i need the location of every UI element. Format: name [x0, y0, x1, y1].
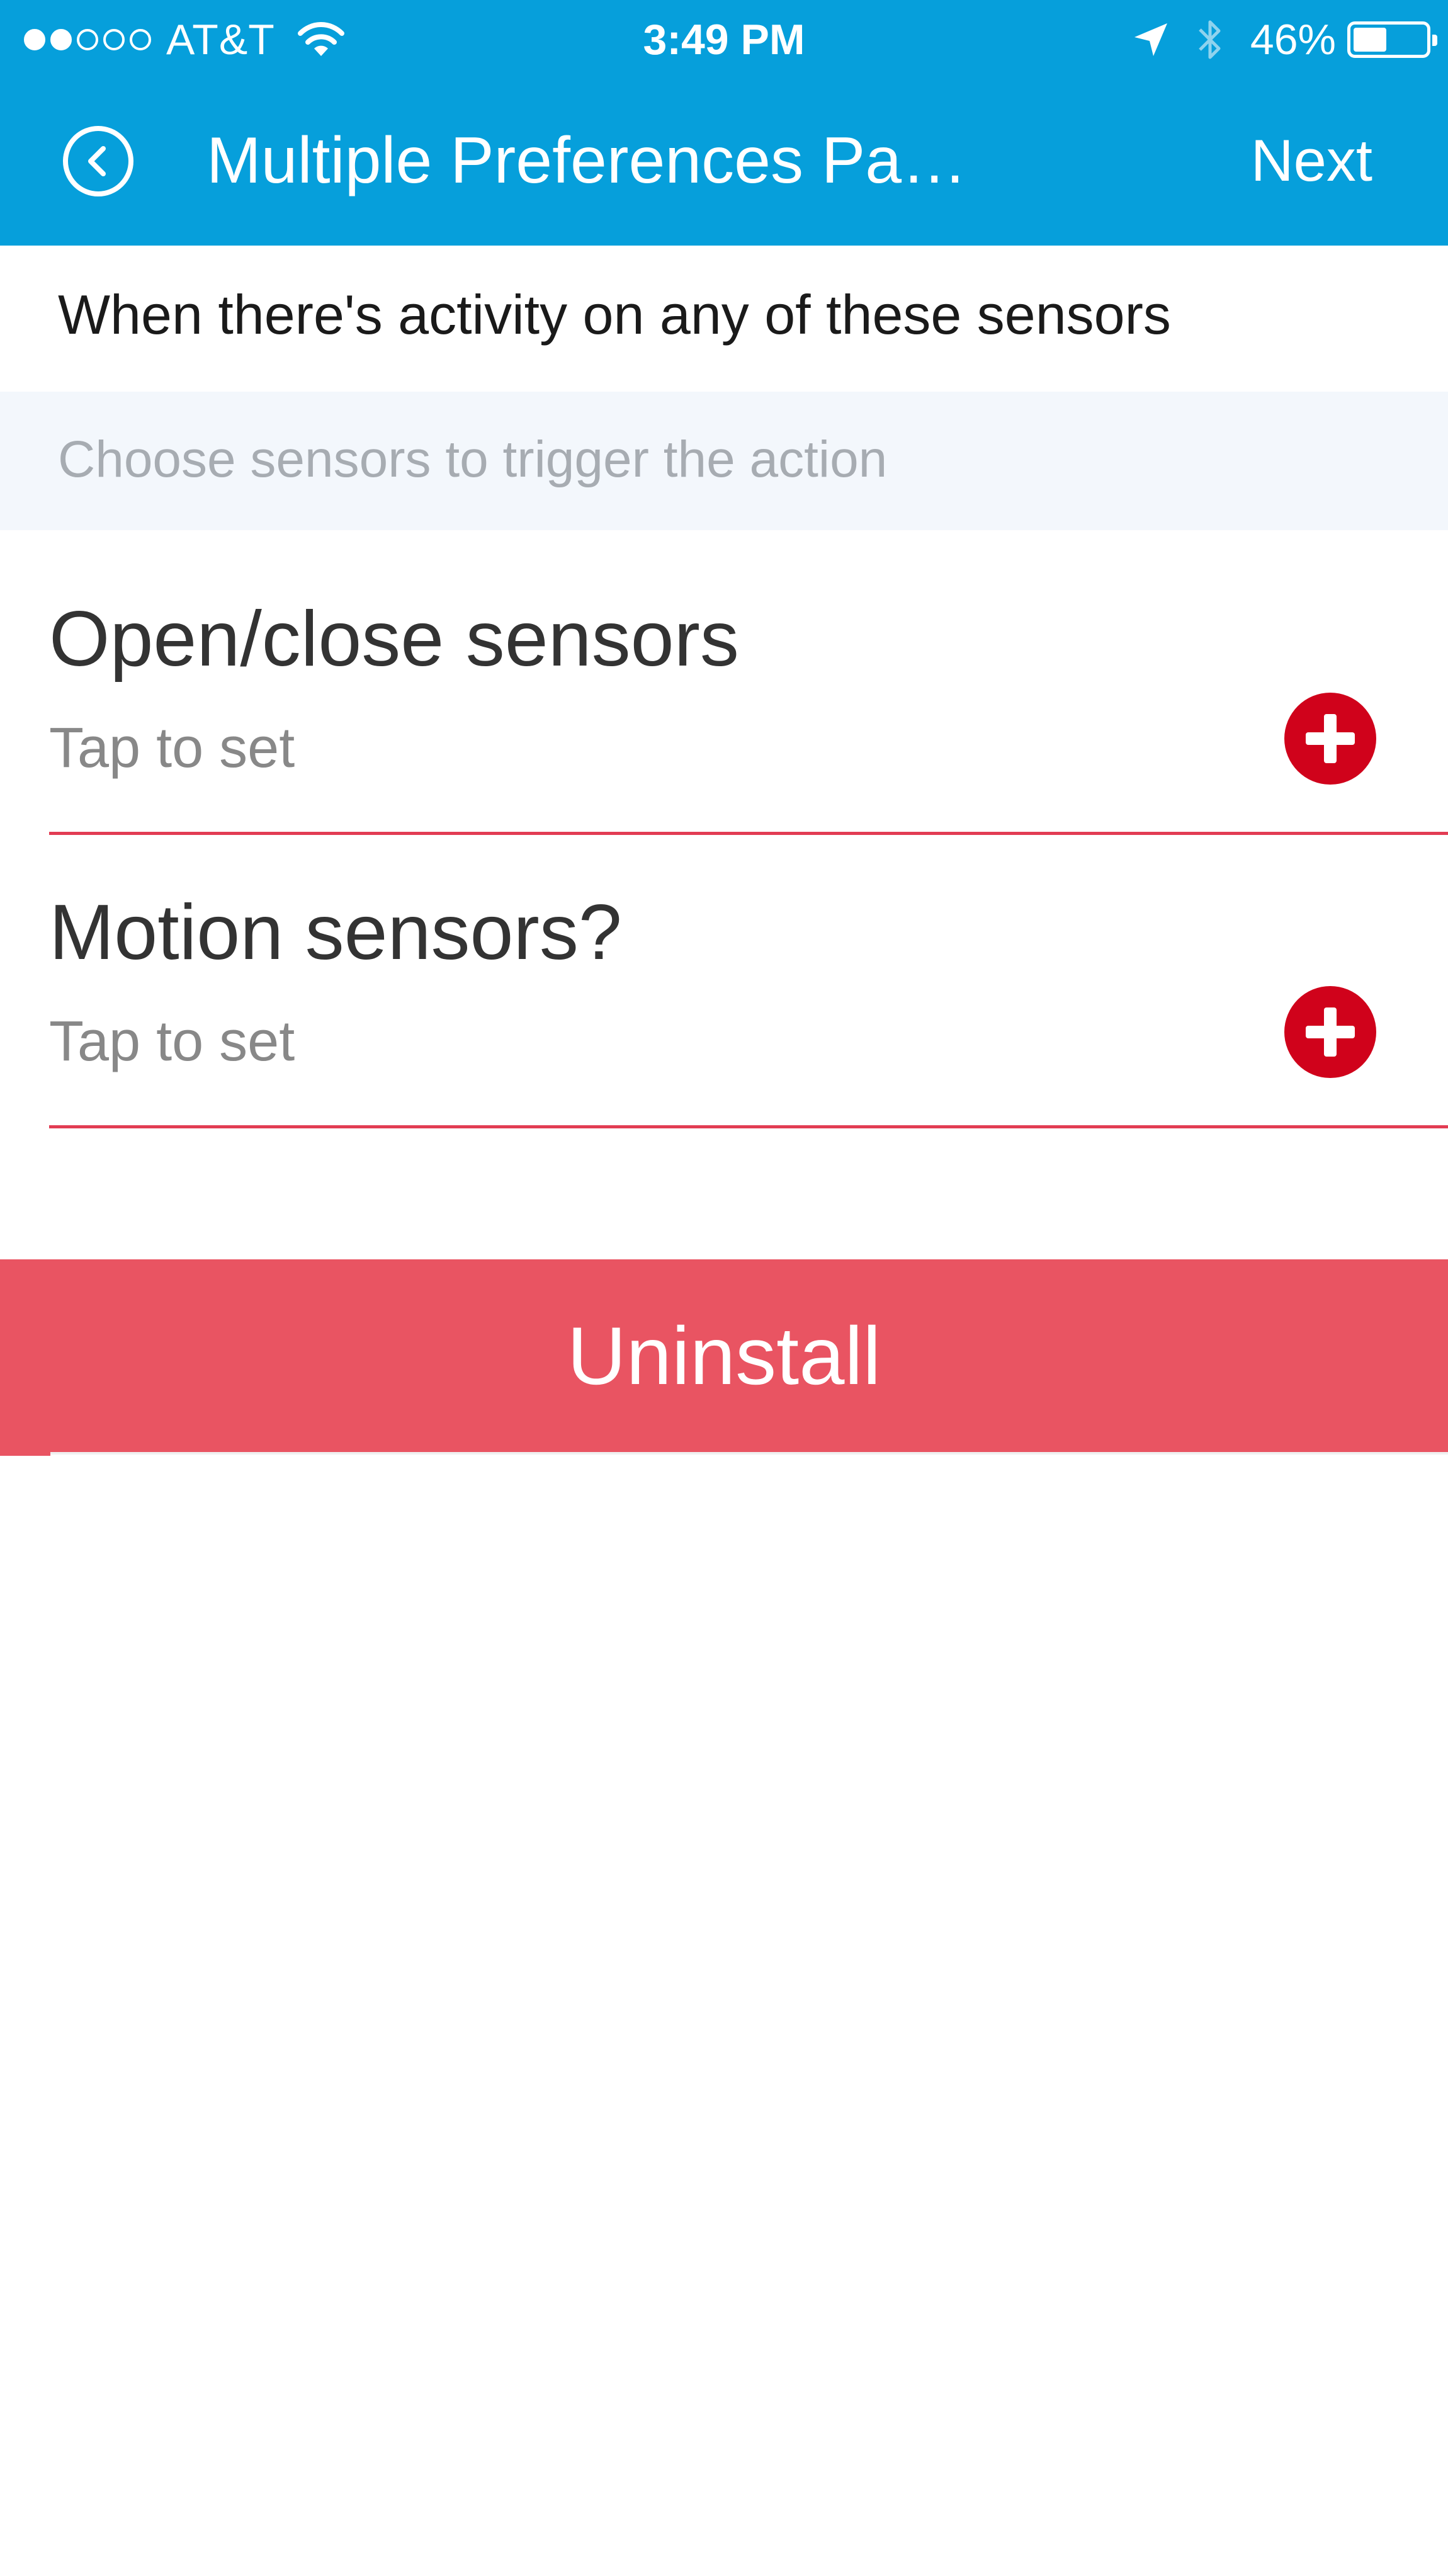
top-bar: AT&T 3:49 PM 46% Multiple Preferences Pa… [0, 0, 1448, 246]
add-icon[interactable] [1284, 986, 1376, 1078]
add-icon-bar [1324, 1007, 1337, 1057]
uninstall-separator [50, 1452, 1448, 1455]
uninstall-underline [0, 1452, 50, 1456]
preference-motion-sensors[interactable]: Motion sensors? Tap to set [0, 835, 1448, 1128]
navigation-bar: Multiple Preferences Pa… Next [0, 88, 1448, 233]
preference-subtitle: Tap to set [49, 717, 295, 780]
section-hint: Choose sensors to trigger the action [0, 392, 1448, 530]
bluetooth-icon [1199, 20, 1221, 59]
add-icon[interactable] [1284, 693, 1376, 785]
page-title: Multiple Preferences Pa… [206, 124, 968, 197]
battery-tip [1432, 35, 1437, 46]
chevron-left-icon [88, 146, 106, 176]
back-button[interactable] [63, 126, 133, 196]
divider [49, 1125, 1448, 1128]
battery-fill [1354, 28, 1386, 52]
preference-title: Motion sensors? [49, 889, 622, 976]
section-hint-text: Choose sensors to trigger the action [58, 431, 888, 488]
status-right: 46% [1132, 11, 1437, 68]
section-header-text: When there's activity on any of these se… [58, 283, 1171, 346]
preference-title: Open/close sensors [49, 596, 739, 683]
add-icon-bar [1324, 714, 1337, 763]
battery-percent: 46% [1250, 16, 1336, 64]
section-header: When there's activity on any of these se… [0, 246, 1448, 392]
battery-icon [1347, 21, 1437, 58]
uninstall-button[interactable]: Uninstall [0, 1259, 1448, 1452]
location-arrow-icon [1134, 23, 1167, 56]
next-button[interactable]: Next [1251, 120, 1372, 201]
status-bar: AT&T 3:49 PM 46% [0, 0, 1448, 76]
preference-subtitle: Tap to set [49, 1010, 295, 1073]
preference-open-close-sensors[interactable]: Open/close sensors Tap to set [0, 542, 1448, 835]
